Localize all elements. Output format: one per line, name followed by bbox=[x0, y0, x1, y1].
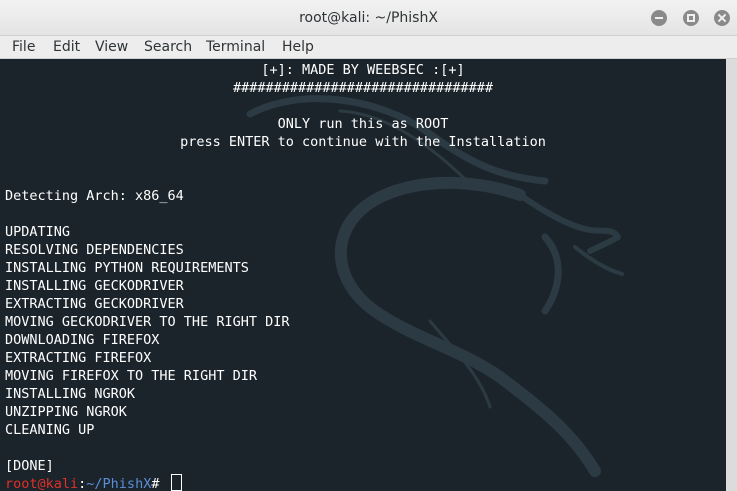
menu-edit[interactable]: Edit bbox=[53, 36, 80, 59]
hash-separator: ################################ bbox=[232, 80, 494, 96]
done-line: [DONE] bbox=[5, 458, 54, 474]
menu-search[interactable]: Search bbox=[144, 36, 192, 59]
vertical-scrollbar[interactable] bbox=[726, 59, 737, 491]
step-line: INSTALLING GECKODRIVER bbox=[5, 278, 184, 294]
root-warning-line: ONLY run this as ROOT bbox=[277, 116, 449, 132]
menu-bar: File Edit View Search Terminal Help bbox=[0, 36, 737, 59]
prompt-symbol: # bbox=[151, 476, 168, 491]
step-line: RESOLVING DEPENDENCIES bbox=[5, 242, 184, 258]
close-icon[interactable] bbox=[714, 10, 730, 26]
continue-prompt-line: press ENTER to continue with the Install… bbox=[180, 134, 546, 150]
text-cursor[interactable] bbox=[170, 474, 182, 491]
step-line: DOWNLOADING FIREFOX bbox=[5, 332, 160, 348]
step-line: UNZIPPING NGROK bbox=[5, 404, 127, 420]
step-line: UPDATING bbox=[5, 224, 71, 240]
menu-terminal[interactable]: Terminal bbox=[206, 36, 265, 59]
shell-prompt[interactable]: root@kali:~/PhishX# bbox=[5, 474, 182, 491]
window-title: root@kali: ~/PhishX bbox=[299, 10, 438, 26]
arch-line: Detecting Arch: x86_64 bbox=[5, 188, 184, 204]
step-line: INSTALLING PYTHON REQUIREMENTS bbox=[5, 260, 249, 276]
terminal-window: root@kali: ~/PhishX File Edit View Searc… bbox=[0, 0, 737, 491]
prompt-path: ~/PhishX bbox=[86, 476, 152, 491]
maximize-icon[interactable] bbox=[683, 10, 699, 26]
terminal-output[interactable]: [+]: MADE BY WEEBSEC :[+] ##############… bbox=[0, 59, 726, 491]
title-bar[interactable]: root@kali: ~/PhishX bbox=[0, 0, 737, 36]
minimize-icon[interactable] bbox=[651, 10, 667, 26]
step-line: EXTRACTING FIREFOX bbox=[5, 350, 152, 366]
step-line: MOVING GECKODRIVER TO THE RIGHT DIR bbox=[5, 314, 290, 330]
prompt-user: root@kali bbox=[5, 476, 79, 491]
step-line: CLEANING UP bbox=[5, 422, 95, 438]
menu-help[interactable]: Help bbox=[282, 36, 314, 59]
menu-file[interactable]: File bbox=[12, 36, 35, 59]
step-line: EXTRACTING GECKODRIVER bbox=[5, 296, 184, 312]
menu-view[interactable]: View bbox=[95, 36, 128, 59]
header-line: [+]: MADE BY WEEBSEC :[+] bbox=[261, 62, 465, 78]
step-line: MOVING FIREFOX TO THE RIGHT DIR bbox=[5, 368, 257, 384]
step-line: INSTALLING NGROK bbox=[5, 386, 136, 402]
